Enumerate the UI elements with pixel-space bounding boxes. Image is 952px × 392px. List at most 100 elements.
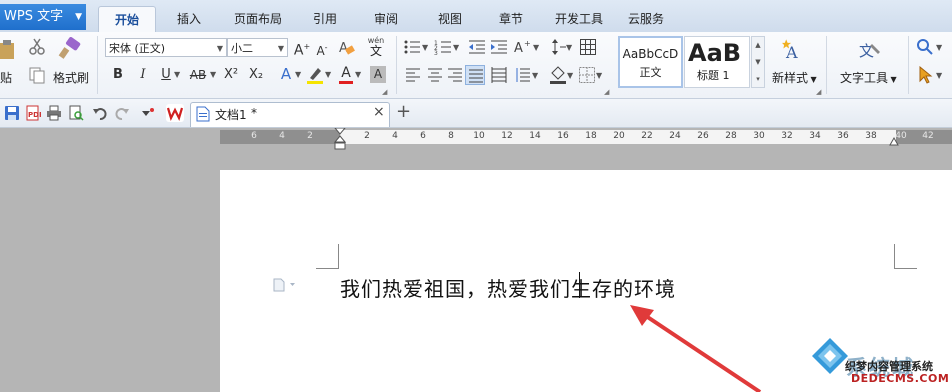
save-icon[interactable] [4,105,20,121]
chevron-down-icon[interactable]: ▼ [596,71,602,80]
justify-icon [469,69,483,83]
wps-logo-icon[interactable] [166,104,184,122]
strikethrough-button[interactable]: AB [187,66,209,84]
format-painter-label[interactable]: 格式刷 [53,69,89,86]
chevron-down-icon[interactable]: ▼ [174,70,180,79]
ruler-label: 36 [837,131,849,141]
tab-review[interactable]: 审阅 [366,6,406,32]
cut-icon[interactable] [28,38,46,56]
numbered-list-icon[interactable]: 123 [434,39,452,57]
style-heading-1[interactable]: AaB 标题 1 [684,36,750,88]
tab-page-layout[interactable]: 页面布局 [226,6,290,32]
chevron-down-icon[interactable]: ▼ [567,71,573,80]
text-tools-icon[interactable]: 文 [858,38,882,62]
tab-home[interactable]: 开始 [98,6,156,33]
watermark-site-en: DEDECMS.COM [851,372,950,385]
table-grid-icon[interactable] [580,39,596,55]
style-gallery-scroll[interactable]: ▲ ▼ ▾ [751,36,765,88]
ruler-label: 8 [448,131,454,141]
shading-button[interactable] [549,65,567,85]
chevron-down-icon[interactable]: ▼ [936,71,942,80]
char-shading-button[interactable]: A [370,66,386,83]
right-indent-marker[interactable] [889,136,899,146]
superscript-button[interactable]: X² [220,66,242,84]
decrease-indent-icon[interactable] [468,39,486,55]
text-before-caret: 我们热爱祖国，热爱我 [340,277,550,301]
chevron-down-icon[interactable]: ▼ [210,70,216,79]
undo-icon[interactable] [92,105,108,121]
underline-button[interactable]: U [158,66,174,84]
font-name-value: 宋体 (正文) [109,42,166,55]
new-style-button[interactable]: 新样式 ▼ [772,69,817,86]
style-preview: AaB [688,39,742,67]
chevron-down-icon[interactable]: ▼ [422,43,428,52]
grow-font-button[interactable]: A+ [293,38,311,60]
chevron-down-icon[interactable]: ▼ [325,70,331,79]
justify-button[interactable] [465,65,485,85]
phonetic-guide-button[interactable]: wén 文 [362,36,390,60]
redo-icon[interactable] [114,105,130,121]
find-replace-icon[interactable] [916,38,934,56]
text-tools-button[interactable]: 文字工具 ▼ [840,69,897,86]
line-spacing-icon[interactable] [515,67,531,83]
align-center-icon[interactable] [427,67,443,83]
select-cursor-icon[interactable] [918,65,934,84]
font-dialog-launcher[interactable]: ◢ [382,88,387,96]
paste-label[interactable]: 贴 [0,69,12,86]
tab-view[interactable]: 视图 [430,6,470,32]
clear-format-button[interactable]: A [337,38,355,62]
italic-button[interactable]: I [135,66,151,84]
text-tools-label: 文字工具 [840,71,889,85]
chevron-down-icon[interactable]: ▼ [295,70,301,79]
bold-button[interactable]: B [110,66,126,84]
paragraph-dialog-launcher[interactable]: ◢ [604,88,609,96]
subscript-button[interactable]: X₂ [245,66,267,84]
tab-developer[interactable]: 开发工具 [551,6,607,32]
paragraph-handle-icon[interactable] [272,278,296,292]
font-size-select[interactable]: 小二 ▼ [227,38,288,57]
tab-cloud[interactable]: 云服务 [622,6,670,32]
font-name-select[interactable]: 宋体 (正文) ▼ [105,38,227,57]
tab-references[interactable]: 引用 [305,6,345,32]
print-preview-icon[interactable] [68,105,84,121]
style-normal[interactable]: AaBbCcD 正文 [618,36,683,88]
chevron-down-icon[interactable]: ▼ [533,43,539,52]
export-pdf-icon[interactable]: PDF [25,105,44,121]
distribute-icon[interactable] [491,67,507,83]
chevron-down-icon[interactable]: ▼ [936,43,942,52]
font-color-button[interactable]: A [338,64,354,86]
indent-marker[interactable] [333,127,347,150]
tab-chapter[interactable]: 章节 [491,6,531,32]
close-tab-button[interactable]: × [373,104,385,120]
highlight-button[interactable] [306,65,324,85]
chevron-down-icon[interactable]: ▼ [355,70,361,79]
new-style-icon[interactable]: A [782,38,806,62]
print-icon[interactable] [46,105,62,121]
ruler-label: 2 [307,131,313,141]
borders-icon[interactable] [579,67,595,83]
shrink-font-button[interactable]: A- [313,39,331,60]
group-divider [908,36,909,94]
copy-icon[interactable] [28,66,46,84]
ruler-label: 16 [557,131,569,141]
new-tab-button[interactable]: + [396,101,411,122]
format-painter-icon[interactable] [58,37,82,59]
styles-dialog-launcher[interactable]: ◢ [816,88,821,96]
text-effect-button[interactable]: A [278,65,294,83]
align-left-icon[interactable] [405,67,421,83]
change-case-icon[interactable]: A + [513,37,533,57]
line-spacing-arrows-icon[interactable] [551,38,567,56]
ruler-label: 26 [697,131,709,141]
customize-toolbar-icon[interactable] [140,106,156,120]
ruler-label: 38 [865,131,877,141]
tab-insert[interactable]: 插入 [165,6,213,32]
group-divider [97,36,98,94]
paste-icon[interactable] [0,40,16,60]
bullet-list-icon[interactable] [403,39,421,55]
chevron-down-icon[interactable]: ▼ [566,43,572,52]
app-menu-button[interactable]: WPS 文字 ▼ [0,4,86,30]
increase-indent-icon[interactable] [490,39,508,55]
chevron-down-icon[interactable]: ▼ [532,71,538,80]
align-right-icon[interactable] [447,67,463,83]
chevron-down-icon[interactable]: ▼ [453,43,459,52]
